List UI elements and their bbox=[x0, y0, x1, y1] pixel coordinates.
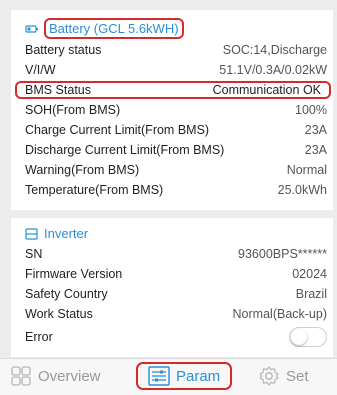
tab-set-label: Set bbox=[286, 367, 309, 385]
battery-row-charge-limit: Charge Current Limit(From BMS) 23A bbox=[25, 120, 327, 140]
row-value: Brazil bbox=[295, 287, 327, 301]
inverter-row-error: Error bbox=[25, 326, 327, 348]
inverter-row-sn: SN 93600BPS****** bbox=[25, 244, 327, 264]
row-value: 23A bbox=[304, 143, 327, 157]
battery-row-soh: SOH(From BMS) 100% bbox=[25, 100, 327, 120]
inverter-header: Inverter bbox=[25, 226, 88, 241]
battery-row-warning: Warning(From BMS) Normal bbox=[25, 160, 327, 180]
battery-row-vi-w: V/I/W 51.1V/0.3A/0.02kW bbox=[25, 60, 327, 80]
row-value: Normal(Back-up) bbox=[232, 307, 327, 321]
tab-overview-label: Overview bbox=[38, 367, 101, 385]
inverter-row-work-status: Work Status Normal(Back-up) bbox=[25, 304, 327, 324]
row-label: Temperature(From BMS) bbox=[25, 183, 164, 197]
battery-title: Battery (GCL 5.6kWH) bbox=[44, 18, 184, 39]
row-label: Warning(From BMS) bbox=[25, 163, 140, 177]
row-value: 23A bbox=[304, 123, 327, 137]
row-label: Battery status bbox=[25, 43, 102, 57]
row-value: 100% bbox=[295, 103, 327, 117]
row-label: Work Status bbox=[25, 307, 93, 321]
row-value: 02024 bbox=[292, 267, 327, 281]
battery-row-bms-status: BMS Status Communication OK bbox=[15, 81, 331, 99]
battery-row-discharge-limit: Discharge Current Limit(From BMS) 23A bbox=[25, 140, 327, 160]
row-label: SN bbox=[25, 247, 43, 261]
row-value: SOC:14,Discharge bbox=[222, 43, 327, 57]
row-value: 25.0kWh bbox=[277, 183, 327, 197]
row-label: Firmware Version bbox=[25, 267, 123, 281]
tab-overview[interactable]: Overview bbox=[10, 363, 101, 389]
inverter-card: Inverter SN 93600BPS****** Firmware Vers… bbox=[11, 218, 333, 357]
battery-icon bbox=[25, 24, 38, 33]
battery-row-status: Battery status SOC:14,Discharge bbox=[25, 40, 327, 60]
row-label: Discharge Current Limit(From BMS) bbox=[25, 143, 225, 157]
row-value: Normal bbox=[286, 163, 327, 177]
tab-set[interactable]: Set bbox=[258, 363, 309, 389]
inverter-row-firmware: Firmware Version 02024 bbox=[25, 264, 327, 284]
inverter-row-safety-country: Safety Country Brazil bbox=[25, 284, 327, 304]
tab-param[interactable]: Param bbox=[136, 362, 233, 390]
battery-row-temperature: Temperature(From BMS) 25.0kWh bbox=[25, 180, 327, 200]
row-label: BMS Status bbox=[25, 83, 91, 97]
bottom-tab-bar: Overview Param Set bbox=[0, 358, 337, 395]
row-value: 51.1V/0.3A/0.02kW bbox=[219, 63, 327, 77]
param-icon bbox=[148, 366, 170, 386]
battery-card: Battery (GCL 5.6kWH) Battery status SOC:… bbox=[11, 10, 333, 210]
gear-icon bbox=[259, 366, 279, 386]
inverter-title: Inverter bbox=[44, 226, 89, 241]
overview-icon bbox=[11, 366, 31, 386]
error-toggle[interactable] bbox=[289, 327, 327, 347]
battery-header: Battery (GCL 5.6kWH) bbox=[25, 18, 184, 39]
row-label: Error bbox=[25, 330, 53, 344]
tab-param-label: Param bbox=[176, 367, 221, 385]
row-value: 93600BPS****** bbox=[238, 247, 327, 261]
inverter-icon bbox=[25, 227, 38, 240]
row-label: V/I/W bbox=[25, 63, 56, 77]
row-label: Safety Country bbox=[25, 287, 108, 301]
row-value: Communication OK bbox=[212, 83, 321, 97]
row-label: SOH(From BMS) bbox=[25, 103, 121, 117]
row-label: Charge Current Limit(From BMS) bbox=[25, 123, 210, 137]
